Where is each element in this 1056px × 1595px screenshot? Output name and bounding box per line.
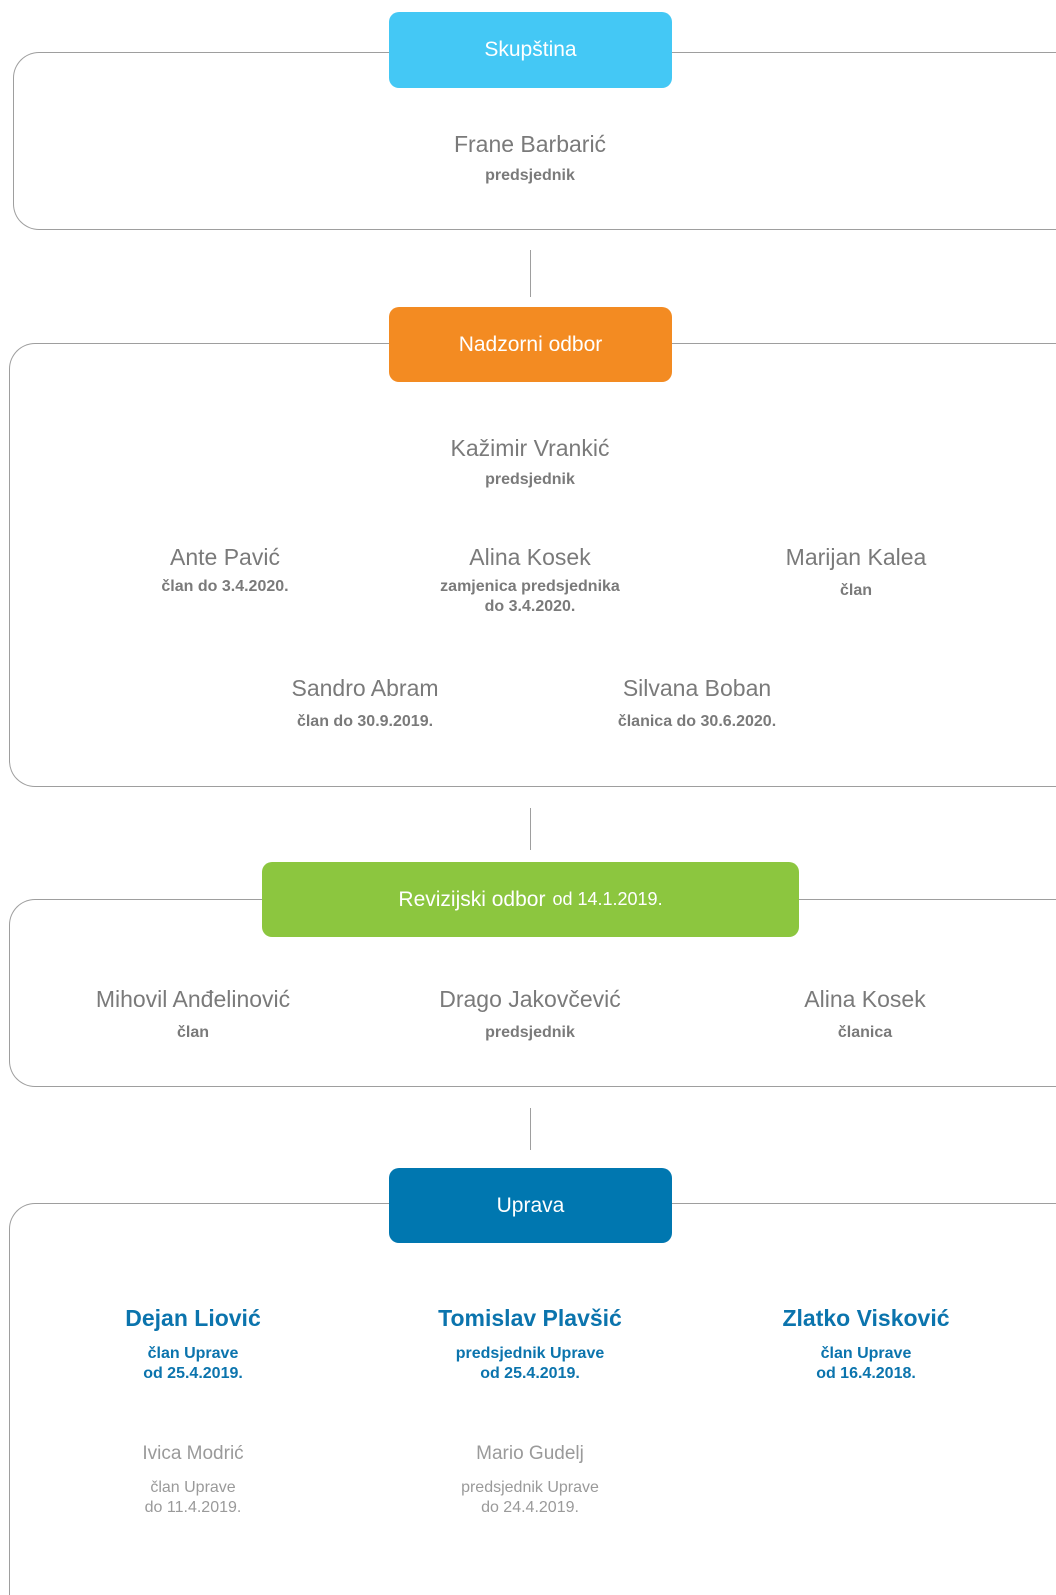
- revizijski-member: Mihovil Anđelinović član: [43, 985, 343, 1043]
- person-role: član: [176, 1024, 209, 1041]
- person-role-date: od 25.4.2019.: [143, 1365, 243, 1382]
- skupstina-president: Frane Barbarić predsjednik: [380, 130, 680, 186]
- nadzorni-header: Nadzorni odbor: [389, 307, 672, 382]
- person-role: predsjednik: [485, 167, 575, 184]
- person-role: zamjenica predsjednika: [440, 578, 620, 595]
- revizijski-member: Drago Jakovčević predsjednik: [380, 985, 680, 1043]
- revizijski-title: Revizijski odbor: [398, 887, 546, 911]
- person-name: Zlatko Visković: [782, 1305, 950, 1331]
- uprava-header: Uprava: [389, 1168, 672, 1243]
- person-name: Kažimir Vrankić: [450, 435, 610, 461]
- uprava-title: Uprava: [496, 1193, 565, 1217]
- skupstina-title: Skupština: [484, 38, 577, 61]
- connector-line: [530, 250, 531, 297]
- person-name: Ivica Modrić: [142, 1443, 244, 1464]
- uprava-member: Zlatko Visković član Uprave od 16.4.2018…: [726, 1304, 1006, 1384]
- uprava-member: Tomislav Plavšić predsjednik Uprave od 2…: [390, 1304, 670, 1384]
- person-role-date: do 24.4.2019.: [481, 1499, 579, 1516]
- nadzorni-title: Nadzorni odbor: [458, 332, 603, 356]
- nadzorni-member: Alina Kosek zamjenica predsjednika do 3.…: [405, 543, 655, 617]
- uprava-former-member: Ivica Modrić član Uprave do 11.4.2019.: [53, 1440, 333, 1518]
- person-name: Alina Kosek: [469, 544, 591, 570]
- person-role: predsjednik: [485, 471, 575, 488]
- person-name: Mihovil Anđelinović: [95, 986, 291, 1012]
- uprava-member: Dejan Liović član Uprave od 25.4.2019.: [53, 1304, 333, 1384]
- person-role: član Uprave: [150, 1479, 236, 1496]
- person-name: Tomislav Plavšić: [438, 1305, 622, 1331]
- person-role: član do 3.4.2020.: [161, 578, 289, 595]
- connector-line: [530, 808, 531, 850]
- connector-line: [530, 1108, 531, 1150]
- nadzorni-member: Ante Pavić član do 3.4.2020.: [100, 543, 350, 597]
- person-role-date: do 3.4.2020.: [484, 598, 576, 615]
- person-role: član Uprave: [820, 1345, 912, 1362]
- person-name: Silvana Boban: [622, 675, 772, 701]
- person-role-date: od 16.4.2018.: [816, 1365, 916, 1382]
- person-role: predsjednik Uprave: [461, 1479, 599, 1496]
- revizijski-date: od 14.1.2019.: [552, 889, 663, 909]
- person-role: član Uprave: [147, 1345, 239, 1362]
- person-name: Dejan Liović: [125, 1305, 261, 1331]
- uprava-former-member: Mario Gudelj predsjednik Uprave do 24.4.…: [390, 1440, 670, 1518]
- person-role-date: do 11.4.2019.: [144, 1499, 242, 1516]
- person-name: Marijan Kalea: [785, 544, 927, 570]
- person-role-date: od 25.4.2019.: [480, 1365, 580, 1382]
- person-name: Sandro Abram: [291, 675, 439, 701]
- nadzorni-member: Sandro Abram član do 30.9.2019.: [240, 674, 490, 732]
- person-role: članica: [837, 1024, 893, 1041]
- person-role: član do 30.9.2019.: [296, 713, 434, 730]
- person-name: Mario Gudelj: [476, 1443, 584, 1464]
- person-role: predsjednik Uprave: [455, 1345, 605, 1362]
- person-name: Alina Kosek: [804, 986, 926, 1012]
- nadzorni-member: Silvana Boban članica do 30.6.2020.: [572, 674, 822, 732]
- nadzorni-member: Marijan Kalea član: [731, 543, 981, 601]
- revizijski-member: Alina Kosek članica: [715, 985, 1015, 1043]
- person-role: predsjednik: [485, 1024, 575, 1041]
- revizijski-header: Revizijski odbor od 14.1.2019.: [262, 862, 799, 937]
- nadzorni-president: Kažimir Vrankić predsjednik: [380, 434, 680, 490]
- uprava-panel: [9, 1203, 1056, 1595]
- person-name: Frane Barbarić: [453, 131, 607, 157]
- person-name: Ante Pavić: [170, 544, 280, 570]
- person-role: članica do 30.6.2020.: [617, 713, 777, 730]
- person-role: član: [839, 582, 872, 599]
- skupstina-header: Skupština: [389, 12, 672, 88]
- person-name: Drago Jakovčević: [439, 986, 621, 1012]
